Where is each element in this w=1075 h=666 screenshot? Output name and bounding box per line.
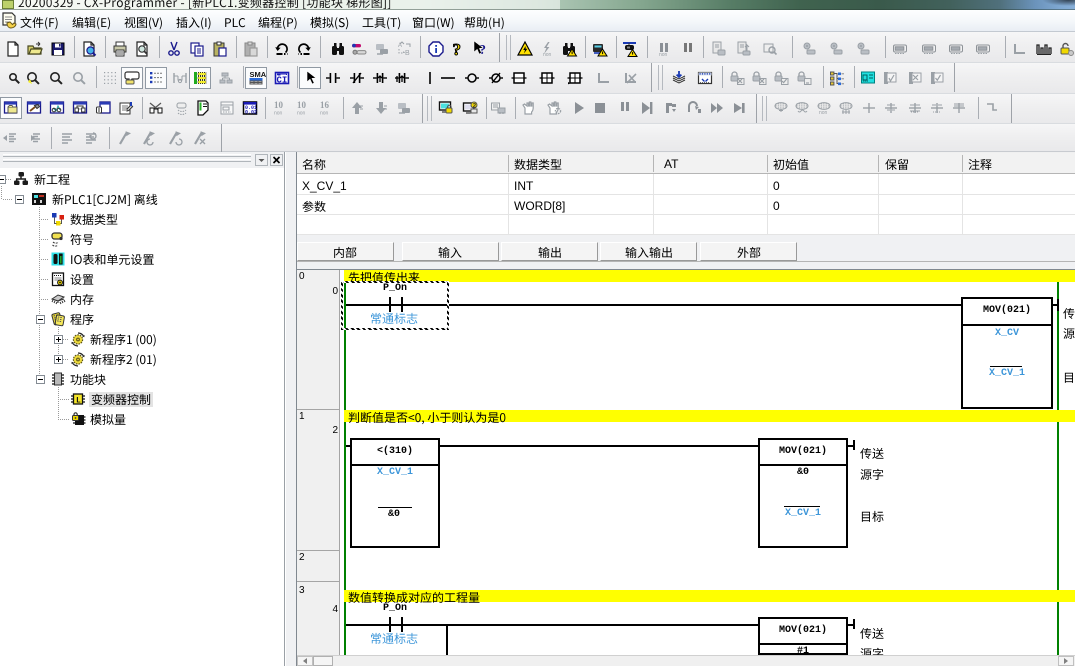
svg-text:10: 10 bbox=[274, 100, 284, 110]
svg-text:non: non bbox=[659, 52, 668, 58]
svg-text:non: non bbox=[543, 52, 552, 58]
svg-text:CI: CI bbox=[277, 76, 288, 86]
svg-text:SMA: SMA bbox=[250, 70, 267, 79]
svg-text:non: non bbox=[819, 110, 828, 116]
svg-text:0.02: 0.02 bbox=[245, 110, 257, 116]
svg-text:L: L bbox=[76, 397, 81, 406]
svg-text:non: non bbox=[274, 111, 283, 117]
svg-text:B: B bbox=[405, 50, 410, 57]
svg-text:?: ? bbox=[453, 40, 462, 59]
svg-text:16: 16 bbox=[320, 100, 330, 110]
svg-text:non: non bbox=[320, 111, 329, 117]
svg-text:10: 10 bbox=[297, 100, 307, 110]
svg-text:A: A bbox=[398, 43, 402, 49]
svg-text:non: non bbox=[297, 111, 306, 117]
svg-text:nn: nn bbox=[863, 78, 869, 83]
